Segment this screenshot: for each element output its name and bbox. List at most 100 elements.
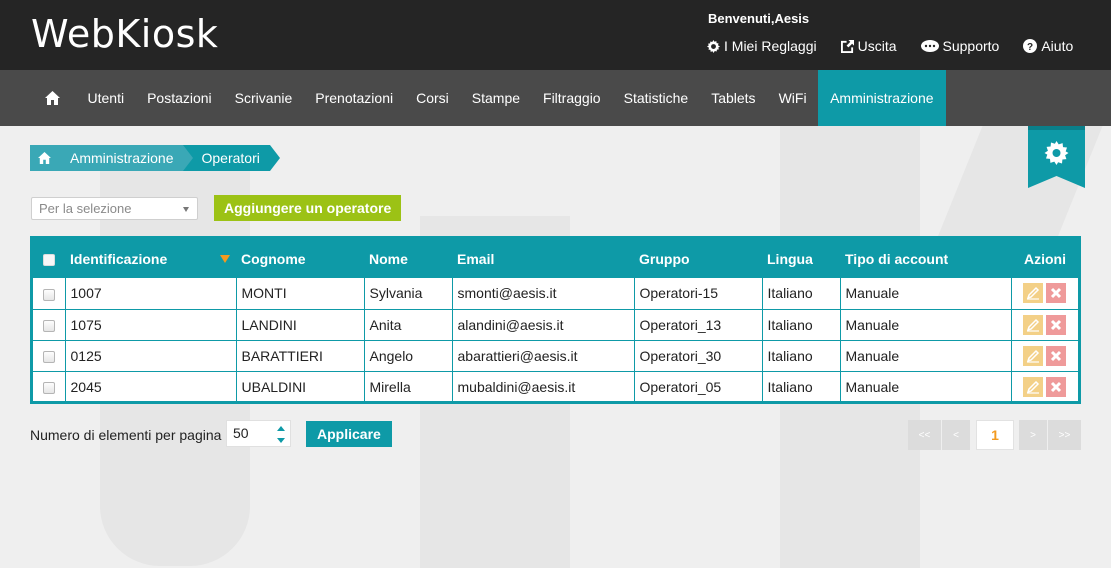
close-icon xyxy=(1050,288,1061,299)
support-label: Supporto xyxy=(942,38,1000,54)
cell-tipo-account: Manuale xyxy=(839,370,1012,402)
settings-ribbon[interactable] xyxy=(1028,126,1085,188)
cell-email: alandini@aesis.it xyxy=(451,308,635,341)
cell-lingua: Italiano xyxy=(761,278,841,310)
column-nome[interactable]: Nome xyxy=(364,239,452,278)
row-checkbox[interactable] xyxy=(43,319,55,332)
spinner-down-button[interactable] xyxy=(274,434,288,446)
selection-dropdown-value: Per la selezione xyxy=(39,201,132,216)
operators-table: Identificazione Cognome Nome Email Grupp… xyxy=(30,236,1081,404)
nav-amministrazione[interactable]: Amministrazione xyxy=(818,70,946,126)
per-page-input[interactable]: 50 xyxy=(226,420,291,447)
cell-lingua: Italiano xyxy=(761,339,841,372)
per-page-value: 50 xyxy=(233,425,249,441)
table-row: 0125 BARATTIERI Angelo abarattieri@aesis… xyxy=(33,339,1078,372)
per-page-spinner xyxy=(274,422,288,446)
spinner-up-button[interactable] xyxy=(274,422,288,434)
nav-wifi[interactable]: WiFi xyxy=(767,70,818,126)
cell-nome: Sylvania xyxy=(363,278,453,310)
nav-scrivanie[interactable]: Scrivanie xyxy=(223,70,304,126)
cell-gruppo: Operatori_30 xyxy=(633,339,763,372)
cell-cognome: LANDINI xyxy=(235,308,365,341)
edit-button[interactable] xyxy=(1022,345,1043,366)
cell-gruppo: Operatori-15 xyxy=(633,278,763,310)
nav-tablets[interactable]: Tablets xyxy=(700,70,767,126)
prev-page-button[interactable]: < xyxy=(942,420,970,450)
exit-icon xyxy=(840,39,854,53)
column-gruppo[interactable]: Gruppo xyxy=(634,239,762,278)
select-all-cell xyxy=(33,239,65,278)
per-page-label: Numero di elementi per pagina xyxy=(30,427,222,443)
logout-label: Uscita xyxy=(857,38,897,54)
help-icon: ? xyxy=(1023,39,1038,53)
nav-prenotazioni[interactable]: Prenotazioni xyxy=(304,70,405,126)
column-identificazione[interactable]: Identificazione xyxy=(65,239,236,278)
cell-email: abarattieri@aesis.it xyxy=(451,339,635,372)
nav-stampe[interactable]: Stampe xyxy=(460,70,531,126)
add-operator-button[interactable]: Aggiungere un operatore xyxy=(214,195,402,221)
chevron-up-icon xyxy=(277,425,285,431)
column-azioni: Azioni xyxy=(1024,250,1066,267)
breadcrumb-amministrazione[interactable]: Amministrazione xyxy=(58,145,194,171)
cell-nome: Mirella xyxy=(363,370,453,402)
row-select-cell xyxy=(33,278,66,310)
nav-home[interactable] xyxy=(36,70,76,126)
cell-azioni xyxy=(1010,339,1078,372)
cell-gruppo: Operatori_13 xyxy=(633,308,763,341)
nav-statistiche[interactable]: Statistiche xyxy=(612,70,700,126)
gear-icon xyxy=(707,39,720,53)
edit-button[interactable] xyxy=(1022,376,1043,397)
help-link[interactable]: ? Aiuto xyxy=(1023,38,1073,54)
nav-utenti[interactable]: Utenti xyxy=(76,70,136,126)
apply-button[interactable]: Applicare xyxy=(306,421,392,447)
breadcrumb-operatori[interactable]: Operatori xyxy=(183,145,280,171)
close-icon xyxy=(1050,350,1061,361)
support-link[interactable]: Supporto xyxy=(920,38,1000,54)
logout-link[interactable]: Uscita xyxy=(840,38,897,54)
cell-azioni xyxy=(1010,370,1078,402)
row-checkbox[interactable] xyxy=(43,288,55,301)
chevron-down-icon xyxy=(183,207,189,212)
main-nav: Utenti Postazioni Scrivanie Prenotazioni… xyxy=(0,70,1111,126)
column-lingua[interactable]: Lingua xyxy=(762,239,840,278)
column-cognome[interactable]: Cognome xyxy=(236,239,364,278)
nav-corsi[interactable]: Corsi xyxy=(405,70,461,126)
current-page[interactable]: 1 xyxy=(976,420,1014,450)
selection-dropdown[interactable]: Per la selezione xyxy=(31,197,198,220)
last-page-button[interactable]: >> xyxy=(1048,420,1081,450)
pagination: << < 1 > >> xyxy=(908,420,1082,450)
delete-button[interactable] xyxy=(1045,314,1066,335)
welcome-text: Benvenuti,Aesis xyxy=(708,11,810,26)
cell-cognome: MONTI xyxy=(235,278,365,310)
column-email[interactable]: Email xyxy=(452,239,634,278)
edit-button[interactable] xyxy=(1022,314,1043,335)
delete-button[interactable] xyxy=(1045,283,1066,304)
column-tipo-account[interactable]: Tipo di account xyxy=(840,239,1011,278)
breadcrumb-label: Operatori xyxy=(201,150,260,166)
cell-identificazione: 1075 xyxy=(64,308,237,341)
cell-gruppo: Operatori_05 xyxy=(633,370,763,402)
row-select-cell xyxy=(33,339,66,372)
cell-nome: Anita xyxy=(363,308,453,341)
table-row: 1075 LANDINI Anita alandini@aesis.it Ope… xyxy=(33,308,1078,341)
delete-button[interactable] xyxy=(1045,376,1066,397)
select-all-checkbox[interactable] xyxy=(43,253,55,266)
first-page-button[interactable]: << xyxy=(908,420,941,450)
svg-text:?: ? xyxy=(1027,42,1033,53)
breadcrumb: Amministrazione Operatori xyxy=(30,145,280,171)
table-header-row: Identificazione Cognome Nome Email Grupp… xyxy=(33,239,1078,278)
cell-identificazione: 1007 xyxy=(64,278,237,310)
delete-button[interactable] xyxy=(1045,345,1066,366)
close-icon xyxy=(1050,319,1061,330)
nav-postazioni[interactable]: Postazioni xyxy=(136,70,224,126)
row-checkbox[interactable] xyxy=(43,382,55,395)
pencil-icon xyxy=(1026,318,1039,332)
app-logo[interactable]: WebKiosk xyxy=(31,12,218,56)
next-page-button[interactable]: > xyxy=(1019,420,1047,450)
nav-filtraggio[interactable]: Filtraggio xyxy=(532,70,613,126)
row-checkbox[interactable] xyxy=(43,350,55,363)
edit-button[interactable] xyxy=(1022,283,1043,304)
cell-tipo-account: Manuale xyxy=(839,308,1012,341)
breadcrumb-home[interactable] xyxy=(30,145,58,171)
settings-link[interactable]: I Miei Reglaggi xyxy=(707,38,817,54)
